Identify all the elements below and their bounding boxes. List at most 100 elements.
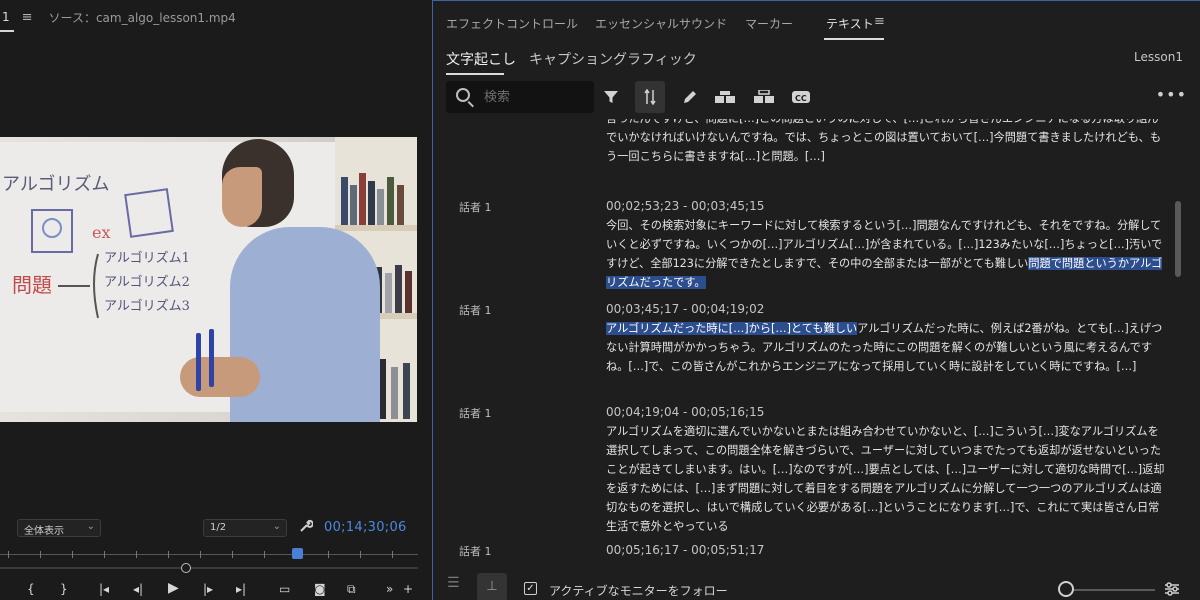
active-tab-underline [0, 30, 14, 32]
mark-out-icon[interactable]: } [60, 582, 68, 596]
filter-icon-svg [604, 91, 618, 103]
speaker-label[interactable]: 話者 1 [459, 302, 492, 318]
split-segments-icon[interactable] [749, 81, 779, 113]
segment-timecode[interactable]: 00;02;53;23 - 00;03;45;15 [606, 199, 764, 213]
hierarchy-view-icon[interactable]: ⊥ [477, 573, 507, 600]
segment-text[interactable]: 今回、その検索対象にキーワードに対して検索するという[…]問題なんですけれども、… [606, 216, 1166, 292]
book [385, 273, 392, 313]
source-tab-label[interactable]: 1 [0, 10, 10, 24]
camera-icon[interactable]: ◙ [314, 582, 326, 596]
segment-timecode[interactable]: 00;04;19;04 - 00;05;16;15 [606, 405, 764, 419]
time-ruler[interactable] [0, 548, 418, 562]
transcript-segment[interactable]: 話者 1 00;05;16;17 - 00;05;51;17 [433, 543, 1185, 565]
go-to-out-icon[interactable]: ▸| [236, 582, 246, 596]
list-view-icon[interactable]: ☰ [447, 575, 471, 600]
go-to-in-icon[interactable]: |◂ [99, 582, 109, 596]
step-forward-icon[interactable]: |▸ [203, 582, 213, 596]
text-subtabs: 文字起こし キャプション グラフィック Lesson1 [433, 43, 1200, 75]
active-subtab-underline [446, 73, 504, 75]
text-size-slider-track[interactable] [1069, 589, 1155, 591]
speaker-label[interactable]: 話者 1 [459, 405, 492, 421]
closed-captions-icon[interactable]: CC [786, 81, 816, 113]
add-button-icon[interactable]: + [403, 582, 413, 596]
chevron-down-icon: ⌄ [272, 521, 281, 532]
zoom-select[interactable]: 全体表示 ⌄ [17, 519, 101, 537]
video-frame[interactable]: アルゴリズム ex 問題 アルゴリズム1 アルゴリズム2 アルゴリズム3 [0, 137, 417, 422]
merge-segments-icon-svg [715, 91, 735, 103]
panel-menu-icon[interactable]: ≡ [874, 14, 885, 29]
monitor-controls: 全体表示 ⌄ 1/2 ⌄ 00;14;30;06 [0, 512, 432, 542]
svg-text:問題: 問題 [12, 273, 52, 297]
segment-text[interactable]: アルゴリズムだった時に[…]から[…]とても難しいアルゴリズムだった時に、例えば… [606, 319, 1166, 376]
ruler-tick [104, 551, 105, 558]
panel-menu-icon[interactable]: ≡ [22, 10, 33, 25]
transcript-segment[interactable]: 話者 1 00;02;53;23 - 00;03;45;15 今回、その検索対象… [433, 199, 1185, 289]
search-input[interactable] [484, 86, 584, 108]
merge-segments-icon[interactable] [710, 81, 740, 113]
tab-essential-sound[interactable]: エッセンシャルサウンド [595, 15, 727, 32]
search-box[interactable] [446, 81, 594, 113]
segment-timecode[interactable]: 00;03;45;17 - 00;04;19;02 [606, 302, 764, 316]
transcript-segment[interactable]: 言ったんですけど、問題に[…]この問題というのに対して、[…]これから皆さんエン… [433, 119, 1185, 167]
speaker-label[interactable]: 話者 1 [459, 543, 492, 559]
tab-markers[interactable]: マーカー [745, 15, 793, 32]
shelf-plank [335, 225, 417, 231]
ruler-tick [168, 551, 169, 558]
subtab-graphics[interactable]: グラフィック [613, 49, 697, 69]
transcript-segment[interactable]: 話者 1 00;04;19;04 - 00;05;16;15 アルゴリズムを適切… [433, 405, 1185, 533]
segment-timecode[interactable]: 00;05;16;17 - 00;05;51;17 [606, 543, 764, 557]
speaker-label[interactable]: 話者 1 [459, 199, 492, 215]
playhead-marker[interactable] [292, 548, 303, 559]
insert-icon[interactable]: ▭ [279, 582, 290, 596]
more-icon[interactable]: ••• [1156, 85, 1187, 104]
svg-text:アルゴリズム3: アルゴリズム3 [104, 298, 190, 314]
more-controls-icon[interactable]: » [386, 582, 393, 596]
ruler-tick [392, 551, 393, 558]
wrench-icon[interactable] [299, 519, 314, 537]
pencil-icon-svg [684, 91, 696, 103]
resolution-select[interactable]: 1/2 ⌄ [203, 519, 287, 537]
tab-effect-controls[interactable]: エフェクトコントロール [446, 15, 578, 32]
marker-pen [209, 329, 214, 387]
transcript-footer: ☰ ⊥ ✓ アクティブなモニターをフォロー [433, 567, 1200, 600]
presenter-arm [180, 357, 260, 397]
zoom-scrollbar[interactable] [0, 563, 418, 573]
segment-text[interactable]: 言ったんですけど、問題に[…]この問題というのに対して、[…]これから皆さんエン… [606, 119, 1166, 166]
follow-monitor-checkbox[interactable]: ✓ [524, 582, 537, 595]
book [341, 177, 348, 225]
transcript-list[interactable]: 言ったんですけど、問題に[…]この問題というのに対して、[…]これから皆さんエン… [433, 119, 1185, 565]
step-back-icon[interactable]: ◂| [133, 582, 143, 596]
svg-text:CC: CC [795, 94, 807, 103]
book [359, 173, 366, 225]
pencil-icon[interactable] [675, 81, 705, 113]
search-icon [456, 88, 470, 102]
overwrite-icon[interactable]: ⧉ [347, 582, 356, 597]
play-icon[interactable]: ▶ [168, 580, 179, 596]
book [377, 189, 384, 225]
svg-text:アルゴリズム2: アルゴリズム2 [104, 274, 190, 290]
tab-text[interactable]: テキスト [826, 15, 874, 32]
closed-captions-icon-svg: CC [792, 91, 810, 103]
text-size-slider-handle[interactable] [1058, 581, 1074, 597]
ruler-tick [232, 551, 233, 558]
settings-icon-svg [1165, 582, 1179, 596]
transcript-segment[interactable]: 話者 1 00;03;45;17 - 00;04;19;02 アルゴリズムだった… [433, 302, 1185, 382]
mark-in-icon[interactable]: { [27, 582, 35, 596]
filter-icon[interactable] [596, 81, 626, 113]
transport-controls: { } |◂ ◂| ▶ |▸ ▸| ▭ ◙ ⧉ » + [0, 580, 432, 600]
transcript-scrollbar[interactable] [1175, 201, 1181, 277]
selected-text[interactable]: アルゴリズムだった時に[…]から[…]とても難しい [606, 322, 858, 335]
zoom-scrollbar-handle[interactable] [181, 563, 191, 573]
svg-text:ex: ex [92, 223, 111, 242]
ruler-tick [200, 551, 201, 558]
subtab-captions[interactable]: キャプション [529, 49, 613, 69]
playhead-timecode[interactable]: 00;14;30;06 [324, 520, 407, 535]
source-clip-label[interactable]: ソース：cam_algo_lesson1.mp4 [49, 9, 236, 26]
panel-tab-bar: エフェクトコントロール エッセンシャルサウンド マーカー テキスト ≡ [433, 1, 1200, 43]
resolution-select-value: 1/2 [210, 522, 227, 533]
sync-icon[interactable] [635, 81, 665, 113]
ruler-tick [328, 551, 329, 558]
settings-icon[interactable] [1164, 581, 1180, 600]
subtab-transcript[interactable]: 文字起こし [446, 49, 516, 69]
segment-text[interactable]: アルゴリズムを適切に選んでいかないとまたは組み合わせていかないと、[…]こういう… [606, 422, 1166, 536]
